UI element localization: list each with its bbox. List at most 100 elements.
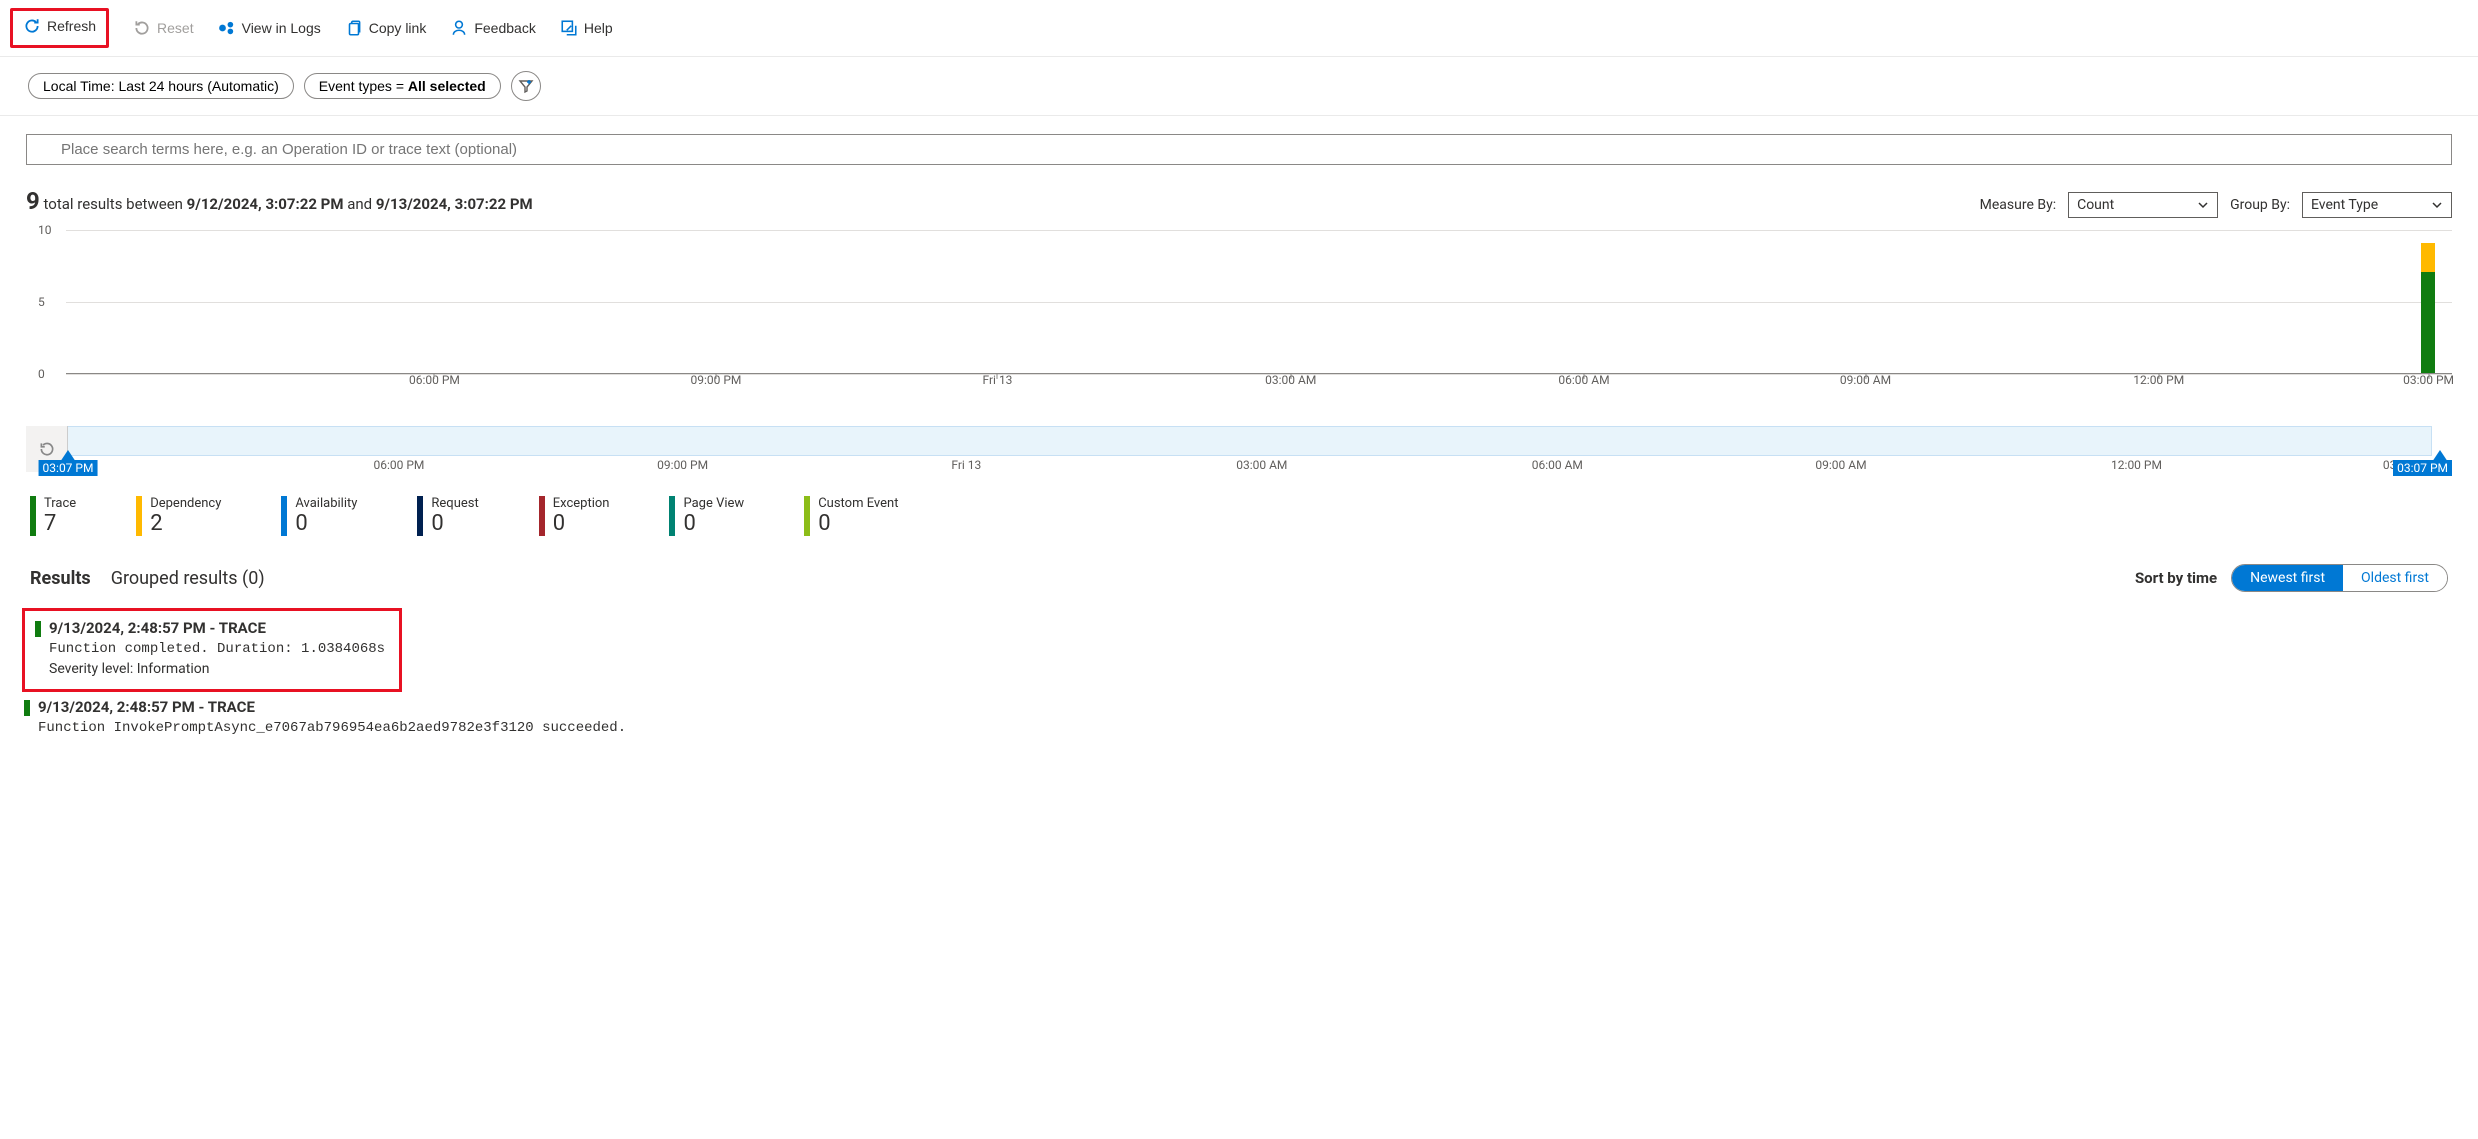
summary-text: 9 total results between 9/12/2024, 3:07:… [26,187,533,215]
help-icon [560,19,578,37]
brush-label-start: 03:07 PM [39,460,98,476]
legend-value: 0 [818,511,898,536]
total-count: 9 [26,187,40,215]
legend-item-page-view[interactable]: Page View0 [669,496,744,536]
sort-controls: Sort by time Newest first Oldest first [2135,564,2448,592]
legend-label: Page View [683,496,744,511]
severity-stripe [35,621,41,637]
legend-item-availability[interactable]: Availability0 [281,496,357,536]
event-types-prefix: Event types = [319,78,408,94]
chevron-down-icon [2197,199,2209,211]
brush-x-tick: 06:00 AM [1532,458,1583,472]
toolbar: Refresh Reset View in Logs Copy link Fee… [0,0,2478,57]
legend-value: 0 [553,511,610,536]
event-types-value: All selected [408,78,486,94]
search-container [0,116,2478,169]
measure-by-label: Measure By: [1980,197,2056,213]
legend-stripe [539,496,545,536]
logs-icon [218,19,236,37]
feedback-label: Feedback [474,20,535,36]
brush-x-tick: 09:00 PM [657,458,708,472]
result-highlight: 9/13/2024, 2:48:57 PM - TRACE Function c… [22,608,402,692]
y-tick: 0 [38,367,45,381]
legend-item-exception[interactable]: Exception0 [539,496,610,536]
legend-label: Dependency [150,496,221,511]
bar-dependency[interactable] [2421,243,2435,272]
summary-t1: total results between [40,195,187,213]
severity-stripe [24,700,30,716]
brush-x-tick: 06:00 PM [374,458,425,472]
legend-item-custom-event[interactable]: Custom Event0 [804,496,898,536]
legend-label: Request [431,496,478,511]
brush-label-end: 03:07 PM [2393,460,2452,476]
y-tick: 5 [38,295,45,309]
help-button[interactable]: Help [560,19,613,37]
feedback-icon [450,19,468,37]
brush-track[interactable] [68,426,2432,456]
legend-stripe [30,496,36,536]
sort-oldest-button[interactable]: Oldest first [2343,565,2447,591]
legend: Trace7Dependency2Availability0Request0Ex… [0,486,2478,548]
group-by-select[interactable]: Event Type [2302,192,2452,218]
result-head: 9/13/2024, 2:48:57 PM - TRACE [49,619,389,637]
results-tabs-row: Results Grouped results (0) Sort by time… [0,548,2478,602]
legend-label: Trace [44,496,76,511]
brush-x-tick: 12:00 PM [2111,458,2162,472]
result-item[interactable]: 9/13/2024, 2:48:57 PM - TRACE Function I… [24,698,2478,736]
timeline-chart[interactable]: 06:00 PM09:00 PMFri 1303:00 AM06:00 AM09… [26,230,2452,390]
result-message: Function completed. Duration: 1.0384068s [49,641,389,657]
brush-x-tick: 03:00 AM [1236,458,1287,472]
filter-add-icon [518,78,534,94]
refresh-button[interactable]: Refresh [23,17,96,35]
chart-zone: 06:00 PM09:00 PMFri 1303:00 AM06:00 AM09… [0,226,2478,398]
filter-bar: Local Time: Last 24 hours (Automatic) Ev… [0,57,2478,116]
undo-icon [38,440,56,458]
reset-button: Reset [133,19,194,37]
sort-newest-button[interactable]: Newest first [2232,565,2343,591]
refresh-label: Refresh [47,18,96,34]
copy-link-label: Copy link [369,20,427,36]
legend-value: 0 [295,511,357,536]
help-label: Help [584,20,613,36]
legend-stripe [136,496,142,536]
legend-item-request[interactable]: Request0 [417,496,478,536]
legend-label: Availability [295,496,357,511]
result-message: Function InvokePromptAsync_e7067ab796954… [38,720,2478,736]
summary-from: 9/12/2024, 3:07:22 PM [187,195,344,213]
sort-label: Sort by time [2135,569,2217,587]
undo-icon [133,19,151,37]
result-item[interactable]: 9/13/2024, 2:48:57 PM - TRACE Function c… [35,619,389,677]
brush-x-tick: Fri 13 [951,458,981,472]
view-logs-button[interactable]: View in Logs [218,19,321,37]
legend-value: 0 [683,511,744,536]
add-filter-button[interactable] [511,71,541,101]
legend-stripe [804,496,810,536]
event-types-pill[interactable]: Event types = All selected [304,73,501,99]
brush-x-tick: 09:00 AM [1815,458,1866,472]
copy-link-button[interactable]: Copy link [345,19,427,37]
time-range-pill[interactable]: Local Time: Last 24 hours (Automatic) [28,73,294,99]
chevron-down-icon [2431,199,2443,211]
result-severity: Severity level: Information [49,661,389,677]
legend-stripe [417,496,423,536]
search-input[interactable] [26,134,2452,165]
legend-item-trace[interactable]: Trace7 [30,496,76,536]
result-head: 9/13/2024, 2:48:57 PM - TRACE [38,698,2478,716]
copy-icon [345,19,363,37]
refresh-highlight: Refresh [10,8,109,48]
tab-grouped[interactable]: Grouped results (0) [111,568,265,589]
bar-trace[interactable] [2421,272,2435,373]
time-range-text: Local Time: Last 24 hours (Automatic) [43,78,279,94]
tab-results[interactable]: Results [30,568,91,589]
time-brush[interactable]: 06:00 PM 09:00 PM Fri 13 03:00 AM 06:00 AM 09… [26,426,2452,476]
feedback-button[interactable]: Feedback [450,19,535,37]
measure-by-select[interactable]: Count [2068,192,2218,218]
view-logs-label: View in Logs [242,20,321,36]
legend-item-dependency[interactable]: Dependency2 [136,496,221,536]
measure-by-value: Count [2077,197,2114,213]
legend-stripe [281,496,287,536]
legend-label: Exception [553,496,610,511]
legend-stripe [669,496,675,536]
summary-controls: Measure By: Count Group By: Event Type [1980,192,2452,218]
results-tabs: Results Grouped results (0) [30,568,265,589]
